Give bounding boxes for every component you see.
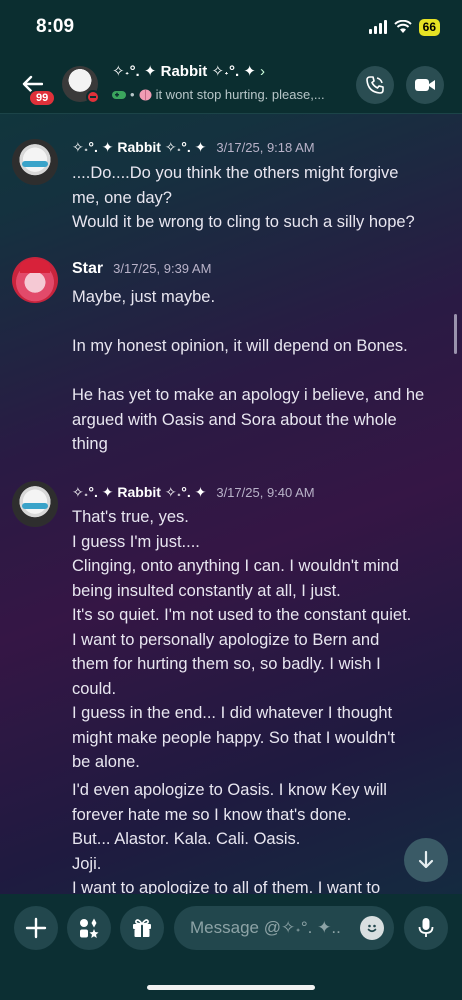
message-line: them for hurting them so, so badly. I wi… (72, 655, 381, 673)
message-line: In my honest opinion, it will depend on … (72, 337, 408, 355)
home-indicator[interactable] (147, 985, 315, 990)
message-line: could. (72, 679, 117, 698)
message-content: Maybe, just maybe. In my honest opinion,… (72, 285, 452, 457)
dm-header: 99 ✧˖°. ✦ Rabbit ✧˖°. ✦ › • it wont stop … (0, 54, 462, 114)
chevron-right-icon: › (259, 63, 265, 80)
voice-call-button[interactable] (356, 66, 394, 104)
dm-user-name-text: ✧˖°. ✦ Rabbit ✧˖°. ✦ (112, 63, 256, 80)
avatar[interactable] (12, 257, 58, 303)
custom-status: • it wont stop hurting. please,... (112, 87, 325, 102)
message-author[interactable]: ✧˖°. ✦ Rabbit ✧˖°. ✦ (72, 139, 206, 156)
message-line: I guess in the end... I did whatever I t… (72, 704, 393, 722)
message-line: thing (72, 435, 108, 453)
message-line: ....Do....Do you think the others might … (72, 164, 399, 182)
message-author[interactable]: ✧˖°. ✦ Rabbit ✧˖°. ✦ (72, 484, 206, 501)
message-input-wrapper[interactable] (174, 906, 394, 950)
status-time: 8:09 (36, 16, 75, 37)
message-author[interactable]: Star (72, 260, 103, 278)
message-line: me, one day? (72, 188, 172, 207)
battery-indicator: 66 (418, 18, 440, 36)
add-attachment-button[interactable] (14, 906, 58, 950)
video-call-button[interactable] (406, 66, 444, 104)
plus-icon (25, 917, 47, 939)
message-line: Would it be wrong to cling to such a sil… (72, 213, 415, 231)
separator-dot: • (130, 87, 135, 102)
message-line: He has yet to make an apology i believe,… (72, 386, 425, 404)
message-line: That's true, yes. (72, 508, 189, 526)
message-line: Maybe, just maybe. (72, 288, 216, 306)
message-header: ✧˖°. ✦ Rabbit ✧˖°. ✦ 3/17/25, 9:18 AM (72, 139, 315, 156)
message-content: I'd even apologize to Oasis. I know Key … (72, 778, 452, 894)
gift-button[interactable] (120, 906, 164, 950)
apps-icon (80, 918, 99, 938)
message-timestamp: 3/17/25, 9:39 AM (113, 261, 212, 276)
message-line: Joji. (72, 854, 102, 873)
avatar[interactable] (12, 481, 58, 527)
dm-user-name[interactable]: ✧˖°. ✦ Rabbit ✧˖°. ✦ › (112, 62, 265, 80)
message-timestamp: 3/17/25, 9:18 AM (216, 140, 315, 155)
message-list[interactable]: ✧˖°. ✦ Rabbit ✧˖°. ✦ 3/17/25, 9:18 AM ..… (0, 114, 462, 894)
message-line: forever hate me so I know that's done. (72, 805, 352, 824)
message-line: being insulted constantly at all, I just… (72, 581, 341, 600)
unread-badge: 99 (28, 89, 57, 107)
message-timestamp: 3/17/25, 9:40 AM (216, 485, 315, 500)
video-camera-icon (415, 79, 435, 91)
status-icons: 66 (368, 18, 440, 36)
message-header: ✧˖°. ✦ Rabbit ✧˖°. ✦ 3/17/25, 9:40 AM (72, 484, 315, 501)
brain-emoji-icon (139, 89, 152, 100)
message-input[interactable] (190, 918, 340, 938)
gamepad-icon (112, 90, 126, 99)
message-line: It's so quiet. I'm not used to the const… (72, 606, 412, 624)
wifi-icon (393, 20, 412, 33)
message-content: That's true, yes. I guess I'm just.... C… (72, 505, 452, 775)
phone-icon (366, 76, 384, 94)
status-bar: 8:09 66 (0, 0, 462, 54)
status-text: it wont stop hurting. please,... (155, 87, 325, 102)
microphone-icon (418, 918, 434, 937)
message-line: I'd even apologize to Oasis. I know Key … (72, 781, 387, 799)
emoji-picker-icon[interactable] (360, 916, 384, 940)
jump-to-present-button[interactable] (404, 838, 448, 882)
message-content: ....Do....Do you think the others might … (72, 161, 452, 235)
message-line: Clinging, onto anything I can. I wouldn'… (72, 557, 399, 575)
message-line: argued with Oasis and Sora about the who… (72, 410, 397, 429)
gift-icon (133, 919, 151, 937)
message-line: I guess I'm just.... (72, 532, 200, 551)
arrow-down-icon (418, 850, 434, 869)
message-line: I want to apologize to all of them. I wa… (72, 879, 381, 894)
message-line: I want to personally apologize to Bern a… (72, 630, 380, 649)
voice-message-button[interactable] (404, 906, 448, 950)
avatar[interactable] (12, 139, 58, 185)
signal-icon (368, 20, 387, 34)
message-line: But... Alastor. Kala. Cali. Oasis. (72, 830, 301, 848)
message-line: be alone. (72, 753, 140, 771)
message-header: Star 3/17/25, 9:39 AM (72, 260, 211, 278)
scrollbar[interactable] (454, 314, 457, 354)
dnd-status-icon (86, 90, 100, 104)
message-line: might make people happy. So that I would… (72, 728, 395, 747)
apps-button[interactable] (67, 906, 111, 950)
smile-icon (367, 924, 377, 933)
